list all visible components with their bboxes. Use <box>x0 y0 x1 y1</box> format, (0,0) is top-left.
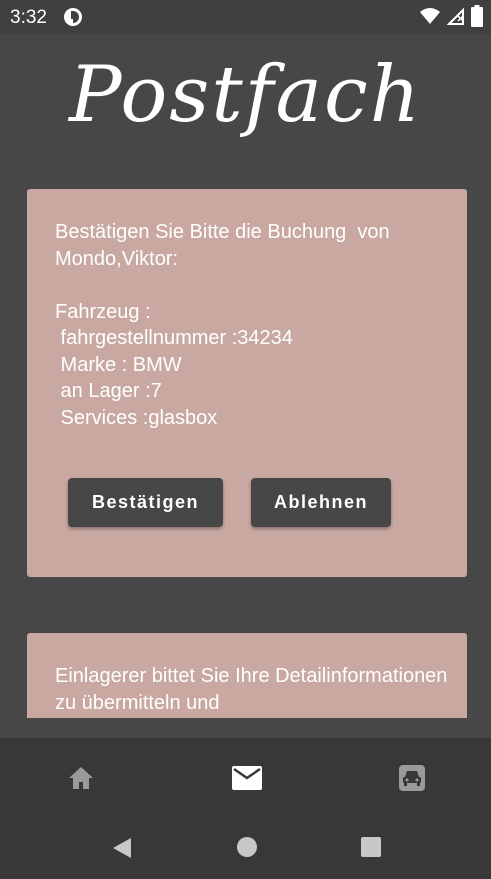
nav-vehicle[interactable] <box>392 758 432 798</box>
system-navigation-bar <box>0 814 491 879</box>
info-request-text: Einlagerer bittet Sie Ihre Detailinforma… <box>55 665 448 714</box>
home-circle-icon[interactable] <box>236 836 258 858</box>
car-icon <box>399 765 425 791</box>
back-icon[interactable] <box>111 836 133 860</box>
booking-request-card: Bestätigen Sie Bitte die Buchung von Mon… <box>27 189 467 577</box>
message-list[interactable]: Bestätigen Sie Bitte die Buchung von Mon… <box>0 34 491 718</box>
info-request-card: Einlagerer bittet Sie Ihre Detailinforma… <box>27 633 467 718</box>
status-bar: 3:32 <box>0 0 491 34</box>
home-icon <box>69 767 93 789</box>
signal-icon <box>447 7 464 25</box>
battery-icon <box>471 5 483 27</box>
app-notification-icon <box>64 8 82 26</box>
mail-icon <box>232 766 262 790</box>
nav-home[interactable] <box>61 758 101 798</box>
reject-button[interactable]: Ablehnen <box>251 478 391 527</box>
recents-icon[interactable] <box>360 836 382 858</box>
bottom-navigation <box>0 738 491 814</box>
status-indicators <box>419 5 483 27</box>
status-time: 3:32 <box>10 7 47 28</box>
nav-mail[interactable] <box>227 758 267 798</box>
confirm-button[interactable]: Bestätigen <box>68 478 223 527</box>
booking-request-text: Bestätigen Sie Bitte die Buchung von Mon… <box>55 221 390 429</box>
wifi-icon <box>420 8 440 24</box>
